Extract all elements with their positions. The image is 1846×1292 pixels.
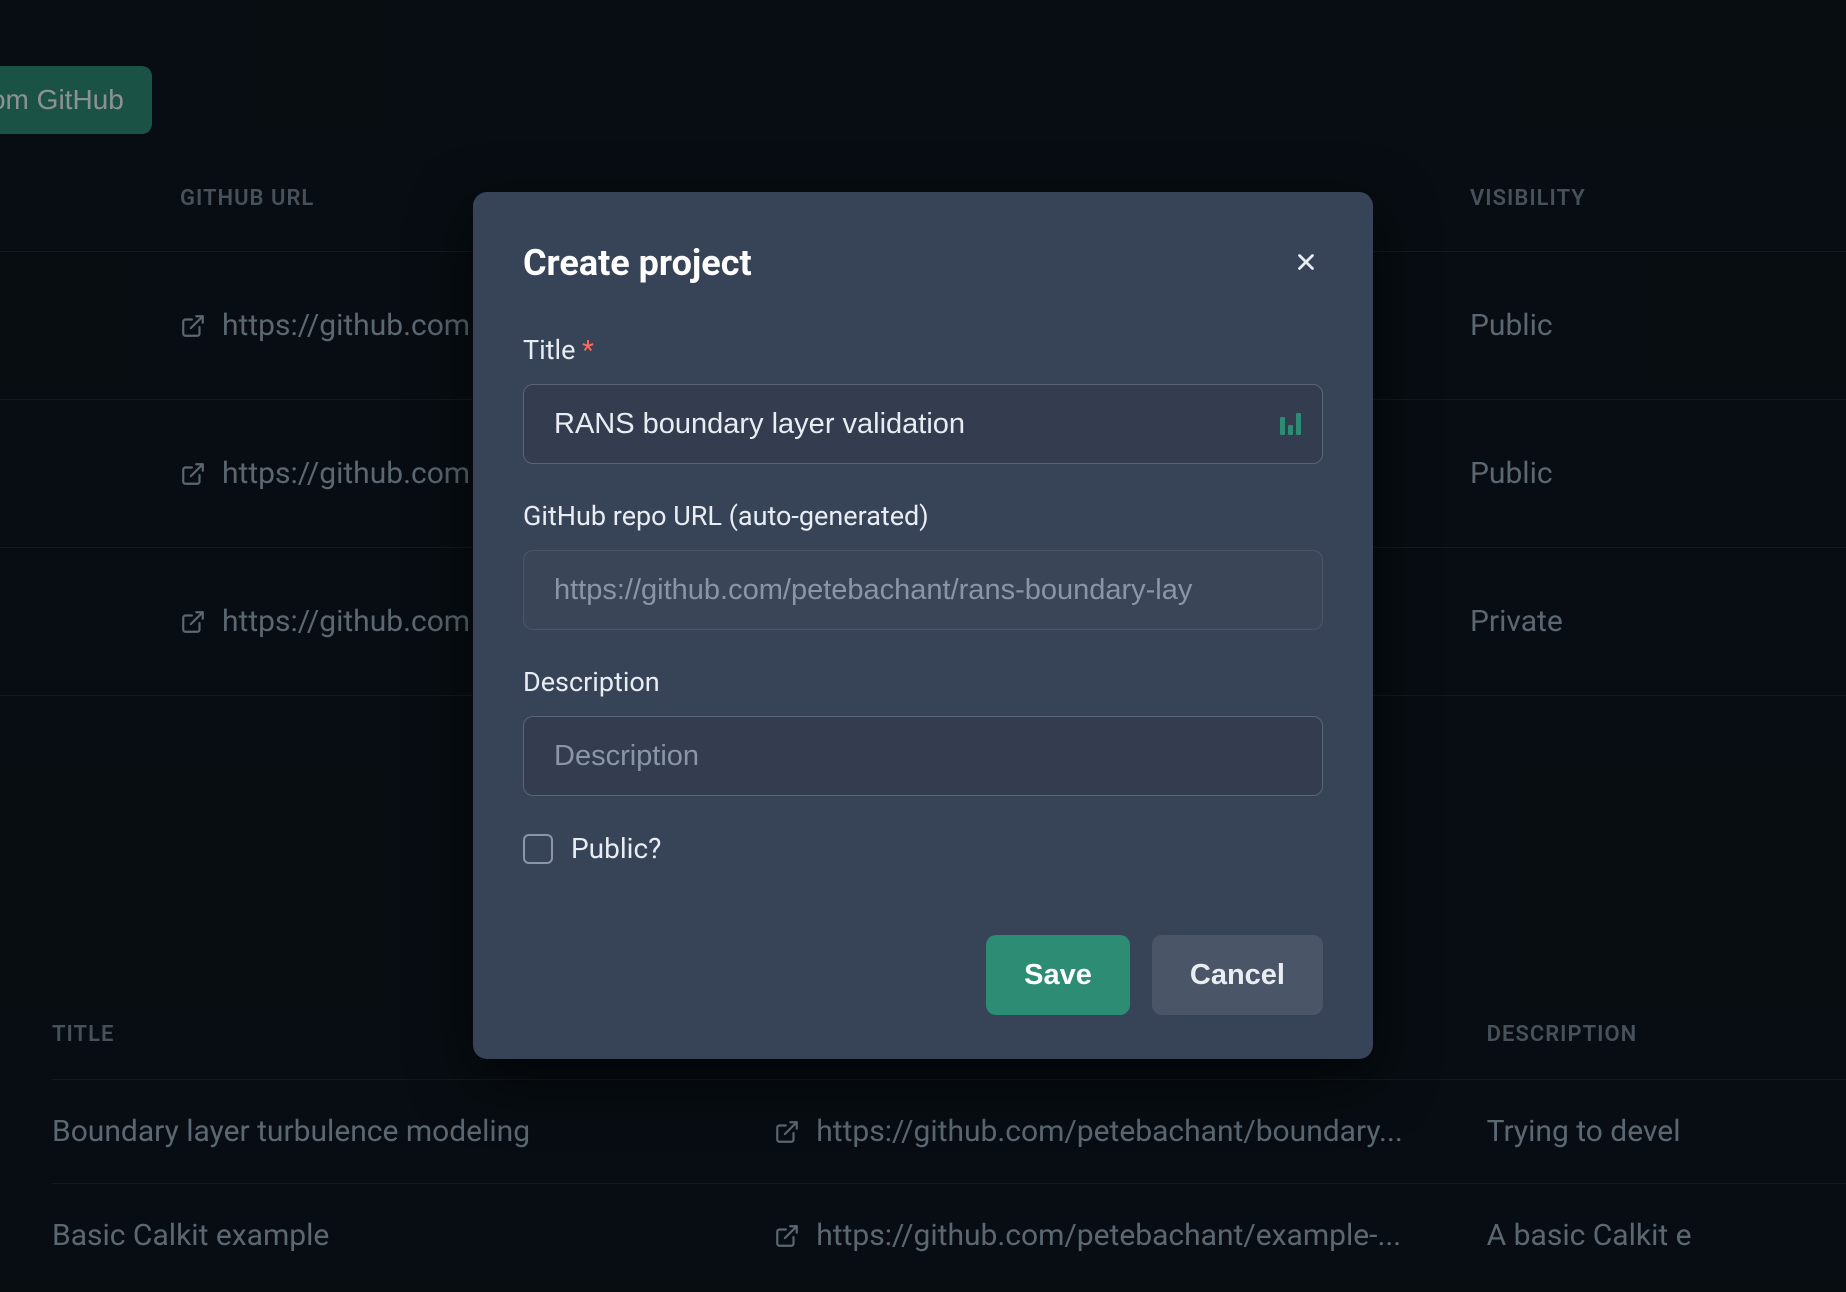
description-input[interactable]	[523, 716, 1323, 796]
title-input[interactable]	[523, 384, 1323, 464]
title-label: Title *	[523, 334, 1323, 366]
close-button[interactable]	[1289, 245, 1323, 282]
repo-url-input	[523, 550, 1323, 630]
modal-footer: Save Cancel	[523, 935, 1323, 1015]
title-field-group: Title *	[523, 334, 1323, 464]
description-label: Description	[523, 666, 1323, 698]
public-checkbox-label: Public?	[571, 832, 661, 865]
cancel-button[interactable]: Cancel	[1152, 935, 1323, 1015]
repo-url-label: GitHub repo URL (auto-generated)	[523, 500, 1323, 532]
public-checkbox-row[interactable]: Public?	[523, 832, 1323, 865]
password-manager-icon	[1280, 413, 1301, 435]
create-project-modal: Create project Title * GitHub repo URL (…	[473, 192, 1373, 1059]
close-icon	[1293, 249, 1319, 275]
description-field-group: Description	[523, 666, 1323, 796]
modal-overlay: Create project Title * GitHub repo URL (…	[0, 0, 1846, 1292]
public-checkbox[interactable]	[523, 834, 553, 864]
repo-url-field-group: GitHub repo URL (auto-generated)	[523, 500, 1323, 630]
modal-title: Create project	[523, 242, 752, 284]
modal-header: Create project	[523, 242, 1323, 284]
required-indicator: *	[582, 334, 594, 366]
save-button[interactable]: Save	[986, 935, 1130, 1015]
